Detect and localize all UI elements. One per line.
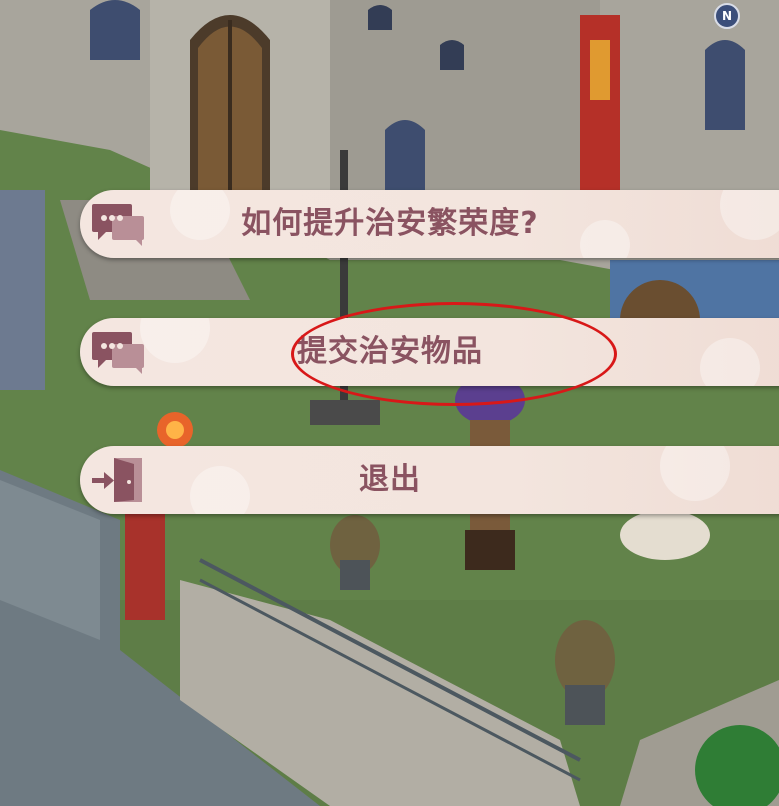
compass-icon[interactable]: N (714, 3, 740, 29)
dialog-option-exit[interactable]: 退出 (80, 446, 779, 514)
dialog-option-label: 提交治安物品 (297, 334, 483, 369)
dialog-option-label: 如何提升治安繁荣度? (241, 206, 539, 241)
dialog-option-label: 退出 (359, 462, 421, 497)
dialog-option-submit-items[interactable]: 提交治安物品 (80, 318, 779, 386)
game-scene-background (0, 0, 779, 806)
dialog-option-improve-security[interactable]: 如何提升治安繁荣度? (80, 190, 779, 258)
